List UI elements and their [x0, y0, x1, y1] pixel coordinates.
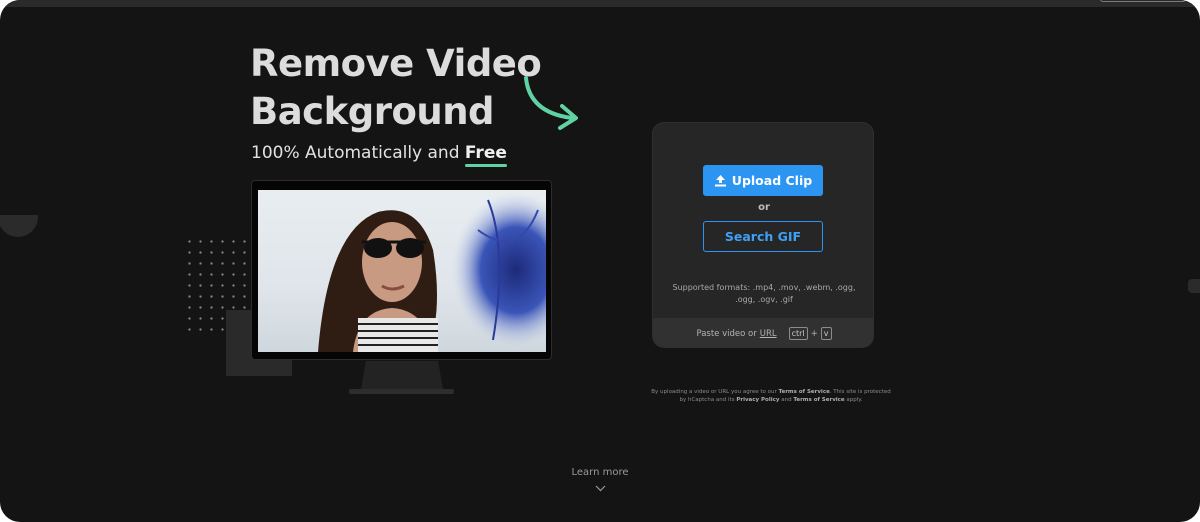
hero-title-line1: Remove Video — [250, 42, 542, 85]
page-frame: Remove Video Background 100% Automatical… — [0, 0, 1200, 522]
decorative-blob-right — [1188, 279, 1200, 293]
upload-card: Upload Clip or Search GIF Supported form… — [652, 122, 874, 348]
or-separator: or — [758, 202, 770, 213]
search-gif-button[interactable]: Search GIF — [703, 221, 823, 252]
paste-url-link[interactable]: URL — [760, 329, 777, 339]
paste-prefix: Paste video or — [696, 328, 757, 339]
upload-clip-button[interactable]: Upload Clip — [703, 165, 823, 196]
chevron-down-icon[interactable] — [595, 485, 606, 492]
monitor-stand — [361, 361, 443, 389]
legal-text-3: and — [779, 397, 794, 403]
paste-bar[interactable]: Paste video or URL ctrl + v — [653, 318, 873, 347]
hcaptcha-terms-link[interactable]: Terms of Service — [793, 397, 844, 403]
monitor-stand-base — [349, 389, 454, 394]
hero-subtitle: 100% Automatically and Free — [251, 143, 507, 163]
top-bar-button-edge[interactable] — [1100, 0, 1186, 2]
demo-video-image — [318, 192, 546, 352]
learn-more-link[interactable]: Learn more — [560, 467, 640, 478]
hero-subtitle-highlight: Free — [464, 143, 507, 163]
legal-notice: By uploading a video or URL you agree to… — [648, 388, 894, 404]
demo-monitor — [251, 180, 552, 360]
key-plus: + — [810, 328, 818, 339]
legal-text-4: apply. — [844, 397, 863, 403]
top-bar — [0, 0, 1200, 7]
ctrl-key-badge: ctrl — [788, 327, 808, 340]
privacy-policy-link[interactable]: Privacy Policy — [736, 397, 779, 403]
curved-arrow-icon — [524, 76, 578, 130]
decorative-blob-left — [0, 215, 38, 237]
upload-icon — [714, 175, 726, 187]
supported-formats-text: Supported formats: .mp4, .mov, .webm, .o… — [672, 283, 856, 304]
terms-of-service-link[interactable]: Terms of Service — [778, 389, 829, 395]
hero-subtitle-prefix: 100% Automatically and — [251, 143, 465, 163]
hero-title-line2: Background — [250, 90, 495, 133]
upload-clip-label: Upload Clip — [731, 173, 813, 188]
demo-video-preview — [258, 190, 546, 352]
legal-text-1: By uploading a video or URL you agree to… — [651, 389, 779, 395]
v-key-badge: v — [820, 327, 832, 340]
